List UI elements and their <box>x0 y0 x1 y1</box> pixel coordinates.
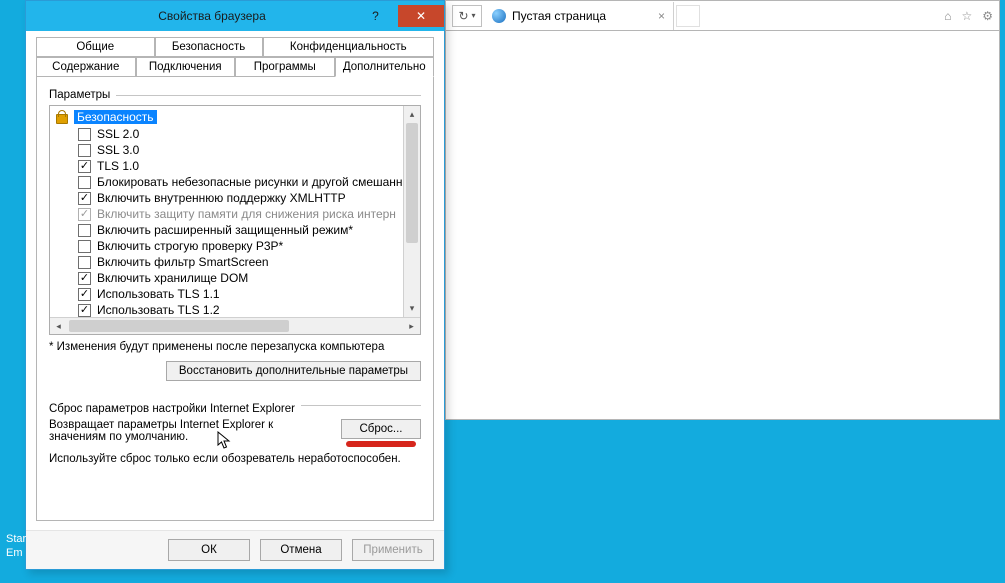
tab-security[interactable]: Безопасность <box>155 37 263 57</box>
list-item[interactable]: Включить расширенный защищенный режим* <box>52 222 418 238</box>
advanced-tab-content: Параметры Безопасность SSL 2.0 SSL 3.0 ✓… <box>36 76 434 521</box>
tab-programs[interactable]: Программы <box>235 57 335 77</box>
dialog-title: Свойства браузера <box>71 9 353 23</box>
close-icon: ✕ <box>416 9 426 23</box>
security-group-label: Безопасность <box>74 110 157 124</box>
checkbox[interactable] <box>78 240 91 253</box>
list-item[interactable]: SSL 3.0 <box>52 142 418 158</box>
annotation-highlight <box>346 441 416 447</box>
settings-listbox[interactable]: Безопасность SSL 2.0 SSL 3.0 ✓ TLS 1.0 Бл… <box>49 105 421 335</box>
list-item[interactable]: SSL 2.0 <box>52 126 418 142</box>
list-item-label: TLS 1.0 <box>97 159 139 173</box>
checkbox[interactable] <box>78 128 91 141</box>
close-tab-icon[interactable]: × <box>658 9 665 23</box>
reset-advice: Используйте сброс только если обозревате… <box>49 453 421 465</box>
gear-icon[interactable]: ⚙ <box>982 9 993 23</box>
tab-general[interactable]: Общие <box>36 37 155 57</box>
ie-toolbar: ↻ ▾ Пустая страница × ⌂ ☆ ⚙ <box>446 1 999 31</box>
parameters-label: Параметры <box>49 89 110 101</box>
browser-tab[interactable]: Пустая страница × <box>484 2 674 30</box>
checkbox: ✓ <box>78 208 91 221</box>
new-tab-button[interactable] <box>676 5 700 27</box>
list-item-label: Включить расширенный защищенный режим* <box>97 223 353 237</box>
favorites-icon[interactable]: ☆ <box>961 9 972 23</box>
ie-content-area <box>446 31 999 51</box>
scroll-left-arrow[interactable]: ◂ <box>50 321 67 332</box>
security-group-header: Безопасность <box>52 108 418 126</box>
dialog-buttons: ОК Отмена Применить <box>26 530 444 569</box>
dialog-body: Общие Безопасность Конфиденциальность Со… <box>26 31 444 569</box>
list-item-label: Включить фильтр SmartScreen <box>97 255 269 269</box>
list-item-label: Использовать TLS 1.2 <box>97 303 220 317</box>
ok-button[interactable]: ОК <box>168 539 250 561</box>
list-item[interactable]: ✓ Использовать TLS 1.1 <box>52 286 418 302</box>
checkbox[interactable]: ✓ <box>78 272 91 285</box>
tabs-row-2: Содержание Подключения Программы Дополни… <box>36 57 434 77</box>
list-item-label: SSL 3.0 <box>97 143 139 157</box>
list-item-label: Включить внутреннюю поддержку XMLHTTP <box>97 191 346 205</box>
checkbox[interactable]: ✓ <box>78 192 91 205</box>
checkbox[interactable] <box>78 224 91 237</box>
tab-title: Пустая страница <box>512 9 606 23</box>
ie-command-icons: ⌂ ☆ ⚙ <box>944 9 993 23</box>
scroll-down-arrow[interactable]: ▾ <box>404 300 420 317</box>
scroll-thumb-h[interactable] <box>69 320 289 332</box>
apply-button: Применить <box>352 539 434 561</box>
titlebar[interactable]: Свойства браузера ? ✕ <box>26 1 444 31</box>
vertical-scrollbar[interactable]: ▴ ▾ <box>403 106 420 317</box>
restore-advanced-button[interactable]: Восстановить дополнительные параметры <box>166 361 421 381</box>
ie-window: ↻ ▾ Пустая страница × ⌂ ☆ ⚙ <box>445 0 1000 420</box>
reset-section-title: Сброс параметров настройки Internet Expl… <box>49 403 295 415</box>
checkbox[interactable] <box>78 144 91 157</box>
list-item[interactable]: ✓ Включить внутреннюю поддержку XMLHTTP <box>52 190 418 206</box>
tab-privacy[interactable]: Конфиденциальность <box>263 37 435 57</box>
reset-description: Возвращает параметры Internet Explorer к… <box>49 419 329 443</box>
list-item[interactable]: ✓ Использовать TLS 1.2 <box>52 302 418 318</box>
lock-icon <box>54 109 70 125</box>
list-item: ✓ Включить защиту памяти для снижения рис… <box>52 206 418 222</box>
horizontal-scrollbar[interactable]: ◂ ▸ <box>50 317 420 334</box>
list-item-label: Включить защиту памяти для снижения риск… <box>97 207 396 221</box>
reset-button[interactable]: Сброс... <box>341 419 421 439</box>
scroll-thumb[interactable] <box>406 123 418 243</box>
checkbox[interactable] <box>78 176 91 189</box>
list-item[interactable]: Включить строгую проверку P3P* <box>52 238 418 254</box>
dropdown-icon: ▾ <box>472 11 476 20</box>
ie-logo-icon <box>492 9 506 23</box>
list-item-label: SSL 2.0 <box>97 127 139 141</box>
cancel-button[interactable]: Отмена <box>260 539 342 561</box>
help-icon: ? <box>372 9 379 23</box>
list-item[interactable]: ✓ TLS 1.0 <box>52 158 418 174</box>
checkbox[interactable] <box>78 256 91 269</box>
internet-options-dialog: Свойства браузера ? ✕ Общие Безопасность… <box>25 0 445 570</box>
list-item-label: Использовать TLS 1.1 <box>97 287 220 301</box>
checkbox[interactable]: ✓ <box>78 304 91 317</box>
home-icon[interactable]: ⌂ <box>944 9 951 23</box>
scroll-up-arrow[interactable]: ▴ <box>404 106 420 123</box>
tab-advanced[interactable]: Дополнительно <box>335 57 435 77</box>
restart-note: * Изменения будут применены после переза… <box>49 341 421 353</box>
list-item-label: Блокировать небезопасные рисунки и друго… <box>97 175 403 189</box>
scroll-right-arrow[interactable]: ▸ <box>403 321 420 332</box>
checkbox[interactable]: ✓ <box>78 288 91 301</box>
help-button[interactable]: ? <box>353 5 398 27</box>
refresh-button[interactable]: ↻ ▾ <box>452 5 482 27</box>
tab-content[interactable]: Содержание <box>36 57 136 77</box>
list-item[interactable]: Включить фильтр SmartScreen <box>52 254 418 270</box>
list-item[interactable]: Блокировать небезопасные рисунки и друго… <box>52 174 418 190</box>
tab-connections[interactable]: Подключения <box>136 57 236 77</box>
mouse-cursor-icon <box>217 431 233 451</box>
list-item[interactable]: ✓ Включить хранилище DOM <box>52 270 418 286</box>
tabs-row-1: Общие Безопасность Конфиденциальность <box>36 37 434 57</box>
checkbox[interactable]: ✓ <box>78 160 91 173</box>
close-button[interactable]: ✕ <box>398 5 444 27</box>
list-item-label: Включить строгую проверку P3P* <box>97 239 283 253</box>
em-label: Em <box>0 545 29 561</box>
list-item-label: Включить хранилище DOM <box>97 271 248 285</box>
refresh-icon: ↻ <box>458 9 468 23</box>
